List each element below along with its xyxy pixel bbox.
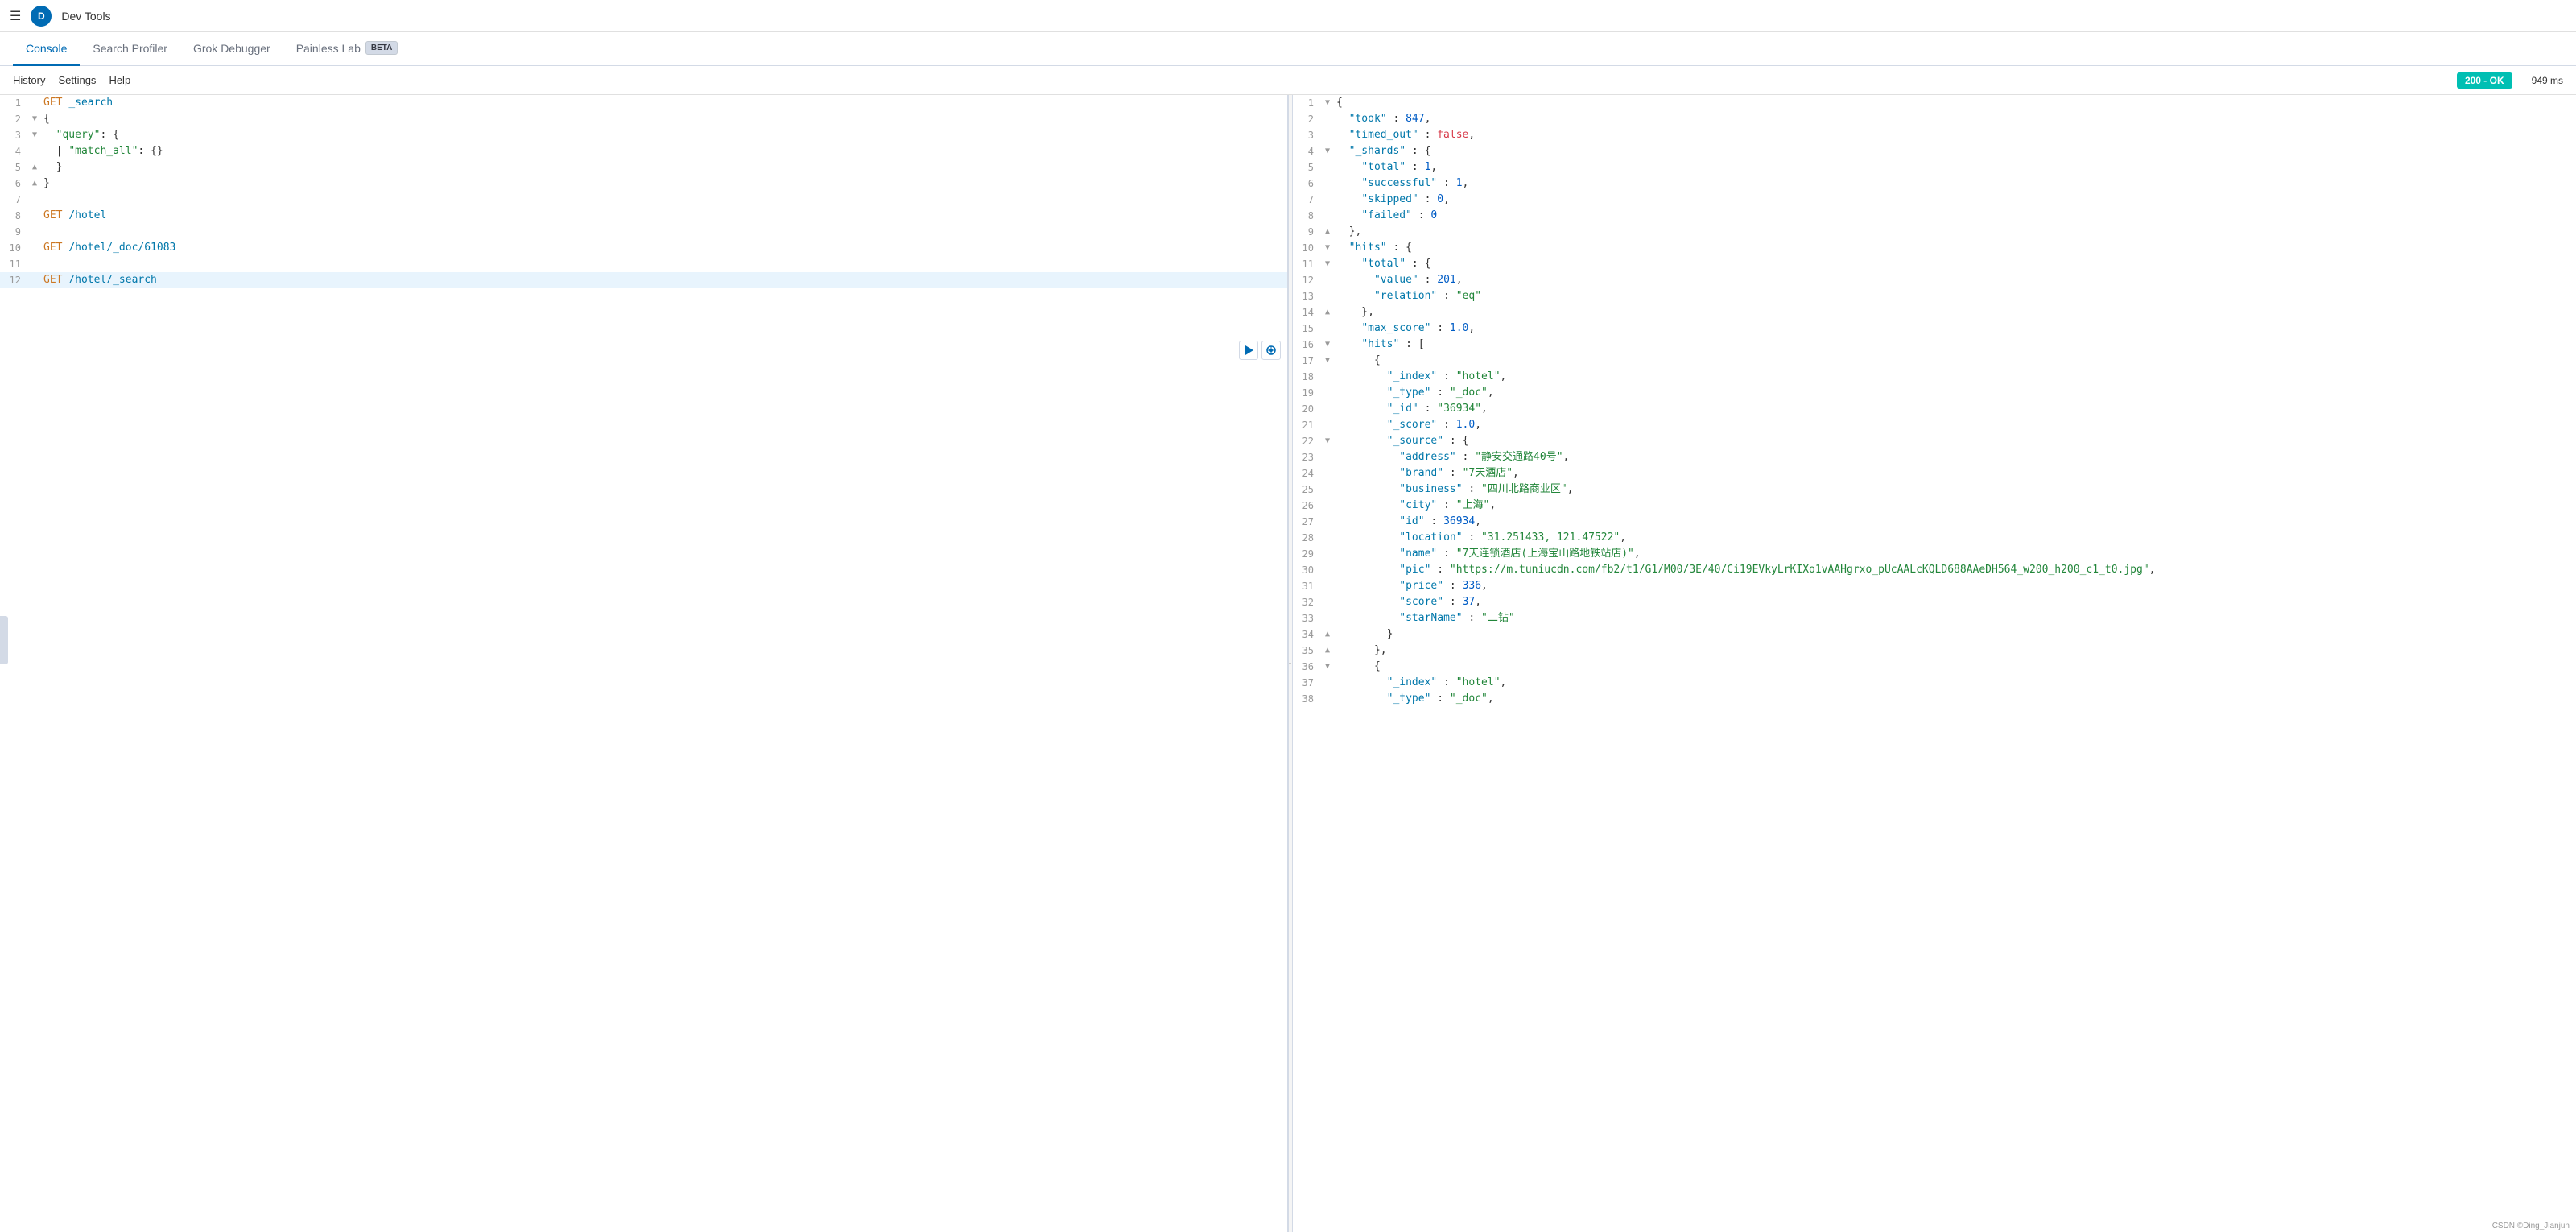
table-row: 20 "_id" : "36934", [1293, 401, 2576, 417]
help-button[interactable]: Help [109, 71, 130, 89]
top-bar: ☰ D Dev Tools [0, 0, 2576, 32]
table-row: 2 ▼ { [0, 111, 1287, 127]
table-row: 9 [0, 224, 1287, 240]
app-avatar: D [31, 6, 52, 27]
response-time: 949 ms [2532, 75, 2563, 86]
table-row: 35 ▲ }, [1293, 643, 2576, 659]
table-row: 30 "pic" : "https://m.tuniucdn.com/fb2/t… [1293, 562, 2576, 578]
copy-button[interactable] [1261, 341, 1281, 360]
table-row: 9 ▲ }, [1293, 224, 2576, 240]
table-row: 3 ▼ "query": { [0, 127, 1287, 143]
main-content: 1 GET _search 2 ▼ { 3 ▼ "query": { 4 | "… [0, 95, 2576, 1232]
table-row: 8 GET /hotel [0, 208, 1287, 224]
table-row: 4 ▼ "_shards" : { [1293, 143, 2576, 159]
table-row: 28 "location" : "31.251433, 121.47522", [1293, 530, 2576, 546]
table-row: 7 [0, 192, 1287, 208]
table-row: 38 "_type" : "_doc", [1293, 691, 2576, 707]
action-buttons [1239, 341, 1281, 360]
table-row: 5 "total" : 1, [1293, 159, 2576, 176]
table-row: 34 ▲ } [1293, 626, 2576, 643]
table-row: 16 ▼ "hits" : [ [1293, 337, 2576, 353]
table-row: 11 ▼ "total" : { [1293, 256, 2576, 272]
table-row: 4 | "match_all": {} [0, 143, 1287, 159]
copyright-text: CSDN ©Ding_Jianjun [2492, 1222, 2570, 1230]
tab-console[interactable]: Console [13, 32, 80, 66]
table-row: 33 "starName" : "二钻" [1293, 610, 2576, 626]
beta-badge: BETA [365, 41, 398, 55]
table-row: 1 GET _search [0, 95, 1287, 111]
table-row: 31 "price" : 336, [1293, 578, 2576, 594]
table-row: 24 "brand" : "7天酒店", [1293, 465, 2576, 482]
table-row: 2 "took" : 847, [1293, 111, 2576, 127]
table-row: 21 "_score" : 1.0, [1293, 417, 2576, 433]
table-row: 12 GET /hotel/_search [0, 272, 1287, 288]
left-sidebar-tab[interactable] [0, 616, 8, 664]
table-row: 11 [0, 256, 1287, 272]
table-row: 14 ▲ }, [1293, 304, 2576, 320]
table-row: 32 "score" : 37, [1293, 594, 2576, 610]
app-title: Dev Tools [61, 10, 110, 23]
table-row: 12 "value" : 201, [1293, 272, 2576, 288]
table-row: 8 "failed" : 0 [1293, 208, 2576, 224]
table-row: 23 "address" : "静安交通路40号", [1293, 449, 2576, 465]
table-row: 10 GET /hotel/_doc/61083 [0, 240, 1287, 256]
right-panel[interactable]: 1 ▼ { 2 "took" : 847, 3 "timed_out" : fa… [1293, 95, 2576, 1232]
table-row: 3 "timed_out" : false, [1293, 127, 2576, 143]
table-row: 22 ▼ "_source" : { [1293, 433, 2576, 449]
table-row: 13 "relation" : "eq" [1293, 288, 2576, 304]
run-button[interactable] [1239, 341, 1258, 360]
left-panel[interactable]: 1 GET _search 2 ▼ { 3 ▼ "query": { 4 | "… [0, 95, 1288, 1232]
table-row: 37 "_index" : "hotel", [1293, 675, 2576, 691]
table-row: 25 "business" : "四川北路商业区", [1293, 482, 2576, 498]
table-row: 7 "skipped" : 0, [1293, 192, 2576, 208]
tab-grok-debugger[interactable]: Grok Debugger [180, 32, 283, 66]
table-row: 36 ▼ { [1293, 659, 2576, 675]
tab-painless-lab[interactable]: Painless Lab BETA [283, 32, 411, 66]
history-button[interactable]: History [13, 71, 45, 89]
table-row: 6 "successful" : 1, [1293, 176, 2576, 192]
tab-search-profiler[interactable]: Search Profiler [80, 32, 180, 66]
table-row: 10 ▼ "hits" : { [1293, 240, 2576, 256]
status-badge: 200 - OK [2457, 72, 2512, 89]
table-row: 15 "max_score" : 1.0, [1293, 320, 2576, 337]
table-row: 19 "_type" : "_doc", [1293, 385, 2576, 401]
table-row: 6 ▲ } [0, 176, 1287, 192]
editor-right: 1 ▼ { 2 "took" : 847, 3 "timed_out" : fa… [1293, 95, 2576, 707]
nav-tabs: Console Search Profiler Grok Debugger Pa… [0, 32, 2576, 66]
settings-button[interactable]: Settings [58, 71, 96, 89]
editor-left: 1 GET _search 2 ▼ { 3 ▼ "query": { 4 | "… [0, 95, 1287, 288]
table-row: 27 "id" : 36934, [1293, 514, 2576, 530]
hamburger-icon[interactable]: ☰ [10, 8, 21, 23]
toolbar: History Settings Help 200 - OK 949 ms [0, 66, 2576, 95]
table-row: 17 ▼ { [1293, 353, 2576, 369]
table-row: 29 "name" : "7天连锁酒店(上海宝山路地铁站店)", [1293, 546, 2576, 562]
table-row: 1 ▼ { [1293, 95, 2576, 111]
table-row: 5 ▲ } [0, 159, 1287, 176]
table-row: 26 "city" : "上海", [1293, 498, 2576, 514]
table-row: 18 "_index" : "hotel", [1293, 369, 2576, 385]
